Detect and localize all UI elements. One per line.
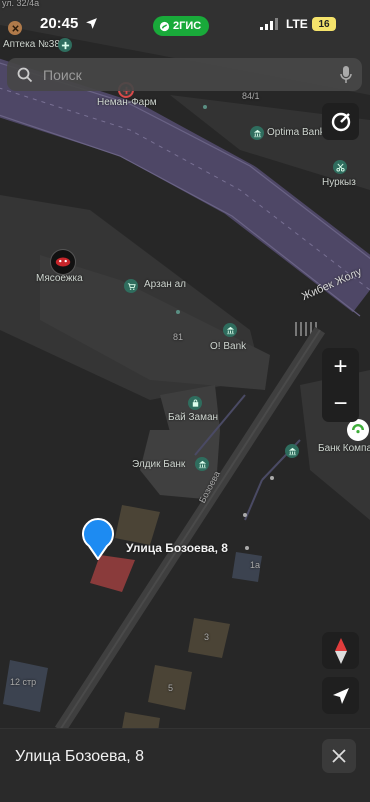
search-input[interactable] [41, 65, 315, 84]
brand-logo-icon [159, 21, 170, 31]
network-type: LTE [286, 17, 308, 31]
search-icon [17, 67, 33, 82]
map-app: ул. 32/4а Аптека №385 Неман-Фарм 84/1 Op… [0, 0, 370, 802]
close-icon [332, 749, 346, 763]
shopping-cart-icon[interactable] [124, 279, 138, 293]
map-label-5: 5 [168, 683, 174, 693]
brand-badge[interactable]: 2ГИС [153, 16, 210, 36]
map-label-myasoezhka[interactable]: Мясоежка [36, 273, 83, 284]
map-label-arzan-al[interactable]: Арзан ал [144, 279, 186, 290]
map-label-84-1: 84/1 [242, 91, 260, 101]
map-label-selected-place[interactable]: Улица Бозоева, 8 [126, 541, 228, 555]
map-label-eldik-bank[interactable]: Элдик Банк [132, 459, 185, 470]
compass-icon [334, 637, 347, 664]
close-button[interactable] [322, 739, 356, 773]
bank-icon[interactable] [250, 126, 264, 140]
search-bar[interactable] [7, 58, 362, 91]
compass-loop-icon [331, 112, 350, 131]
map-label-o-bank[interactable]: O! Bank [210, 341, 246, 352]
shopping-bag-icon[interactable] [188, 396, 202, 410]
myasoezhka-logo-icon[interactable] [50, 249, 76, 275]
layers-button[interactable] [322, 103, 359, 140]
zoom-controls: + − [322, 348, 359, 422]
bank-icon[interactable] [195, 457, 209, 471]
location-arrow-icon [86, 18, 97, 29]
map-canvas[interactable] [0, 0, 370, 802]
battery-level: 16 [318, 18, 330, 30]
map-label-3: 3 [204, 632, 210, 642]
brand-label: 2ГИС [173, 20, 202, 32]
map-label-neman-farm[interactable]: Неман-Фарм [97, 97, 157, 108]
map-label-optima-bank[interactable]: Optima Bank [267, 127, 325, 138]
map-label-nurkyz[interactable]: Нуркыз [322, 177, 356, 188]
app-badge-icon [8, 21, 22, 35]
battery-icon: 16 [312, 17, 336, 31]
status-bar: 20:45 2ГИС LTE 16 [0, 0, 370, 50]
navigation-arrow-icon [332, 687, 349, 704]
microphone-icon[interactable] [340, 66, 352, 84]
map-label-81: 81 [173, 332, 184, 342]
bank-kompanion-logo-icon[interactable] [347, 419, 369, 441]
my-location-button[interactable] [322, 677, 359, 714]
map-label-1a: 1а [250, 560, 261, 570]
status-time: 20:45 [40, 15, 79, 32]
place-card-title: Улица Бозоева, 8 [15, 748, 145, 765]
signal-bars-icon [260, 18, 278, 30]
compass-button[interactable] [322, 632, 359, 669]
bank-icon[interactable] [223, 323, 237, 337]
map-label-12-str: 12 стр [10, 677, 37, 687]
zoom-in-button[interactable]: + [322, 348, 359, 385]
place-card[interactable]: Улица Бозоева, 8 [0, 728, 370, 802]
zoom-out-button[interactable]: − [322, 385, 359, 422]
map-label-bank-kompanion[interactable]: Банк Компаньон [318, 443, 370, 454]
bank-icon[interactable] [285, 444, 299, 458]
location-pin-icon[interactable] [82, 518, 114, 561]
map-label-bay-zaman[interactable]: Бай Заман [168, 412, 218, 423]
scissors-icon[interactable] [333, 160, 347, 174]
